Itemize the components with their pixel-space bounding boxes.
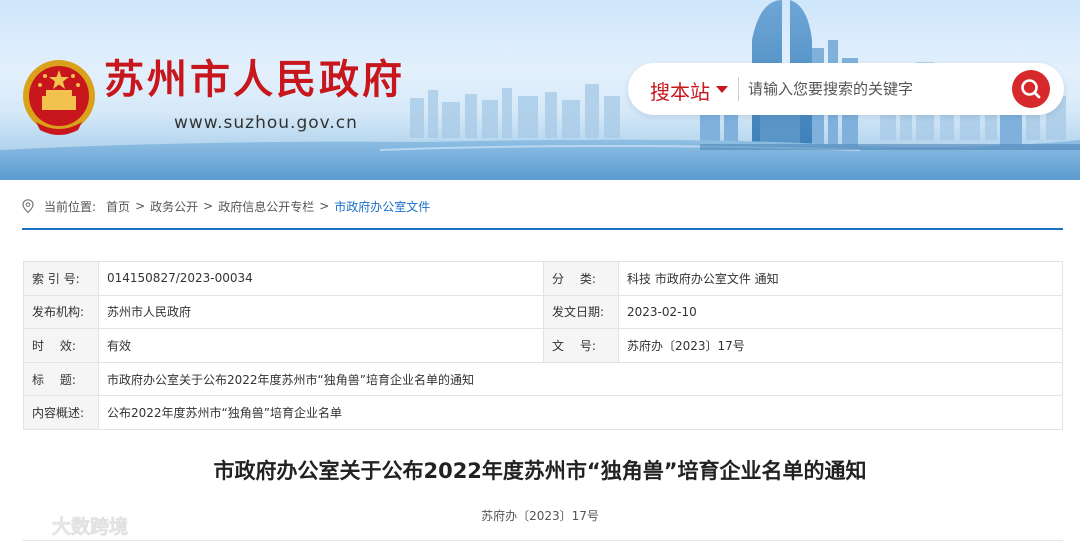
breadcrumb-separator: >: [135, 199, 146, 213]
search-scope-dropdown[interactable]: 搜本站: [650, 76, 710, 105]
breadcrumb-home[interactable]: 首页: [106, 198, 130, 215]
meta-key-index: 索 引 号:: [23, 261, 99, 296]
meta-key-category: 分 类:: [543, 261, 619, 296]
search-box: 搜本站: [628, 63, 1064, 115]
meta-value-summary: 公布2022年度苏州市“独角兽”培育企业名单: [98, 395, 1063, 430]
breadcrumb-current[interactable]: 市政府办公室文件: [334, 198, 430, 215]
breadcrumb-separator: >: [319, 199, 330, 213]
table-row: 索 引 号: 014150827/2023-00034 分 类: 科技 市政府办…: [23, 261, 1063, 296]
meta-value-doc-number: 苏府办〔2023〕17号: [618, 328, 1063, 363]
article-doc-number: 苏府办〔2023〕17号: [481, 509, 599, 523]
breadcrumb: 当前位置: 首页 > 政务公开 > 政府信息公开专栏 > 市政府办公室文件: [22, 196, 430, 216]
meta-value-issue-date: 2023-02-10: [618, 294, 1063, 330]
article-title: 市政府办公室关于公布2022年度苏州市“独角兽”培育企业名单的通知: [213, 459, 867, 483]
meta-value-index: 014150827/2023-00034: [98, 261, 544, 296]
meta-key-validity: 时 效:: [23, 328, 99, 363]
watermark-text: 大数跨境: [52, 515, 128, 538]
table-row: 发布机构: 苏州市人民政府 发文日期: 2023-02-10: [23, 294, 1063, 330]
search-input[interactable]: [748, 74, 998, 104]
site-title[interactable]: 苏州市人民政府: [104, 58, 405, 102]
table-row: 内容概述: 公布2022年度苏州市“独角兽”培育企业名单: [23, 395, 1063, 430]
header-banner: 苏州市人民政府 www.suzhou.gov.cn 搜本站: [0, 0, 1080, 180]
breadcrumb-prefix: 当前位置:: [44, 199, 97, 214]
table-row: 标 题: 市政府办公室关于公布2022年度苏州市“独角兽”培育企业名单的通知: [23, 361, 1063, 397]
breadcrumb-separator: >: [203, 199, 214, 213]
location-pin-icon: [22, 199, 34, 213]
content-divider: [22, 540, 1063, 541]
breadcrumb-info-disclosure[interactable]: 政府信息公开专栏: [218, 198, 314, 215]
meta-key-title: 标 题:: [23, 361, 99, 397]
meta-key-summary: 内容概述:: [23, 395, 99, 430]
site-url: www.suzhou.gov.cn: [174, 113, 358, 133]
breadcrumb-government-affairs[interactable]: 政务公开: [150, 198, 198, 215]
meta-key-issue-date: 发文日期:: [543, 294, 619, 330]
national-emblem-icon: [23, 60, 95, 135]
meta-value-title: 市政府办公室关于公布2022年度苏州市“独角兽”培育企业名单的通知: [98, 361, 1063, 397]
watermark-logo: 大数跨境: [14, 515, 128, 538]
meta-key-doc-number: 文 号:: [543, 328, 619, 363]
section-divider: [22, 228, 1063, 230]
caret-down-icon[interactable]: [716, 86, 728, 93]
table-row: 时 效: 有效 文 号: 苏府办〔2023〕17号: [23, 328, 1063, 363]
search-divider: [738, 77, 739, 101]
search-icon: [1021, 79, 1041, 99]
meta-value-publisher: 苏州市人民政府: [98, 294, 544, 330]
search-button[interactable]: [1012, 70, 1050, 108]
document-meta-table: 索 引 号: 014150827/2023-00034 分 类: 科技 市政府办…: [23, 261, 1063, 430]
meta-value-validity: 有效: [98, 328, 544, 363]
meta-value-category: 科技 市政府办公室文件 通知: [618, 261, 1063, 296]
meta-key-publisher: 发布机构:: [23, 294, 99, 330]
